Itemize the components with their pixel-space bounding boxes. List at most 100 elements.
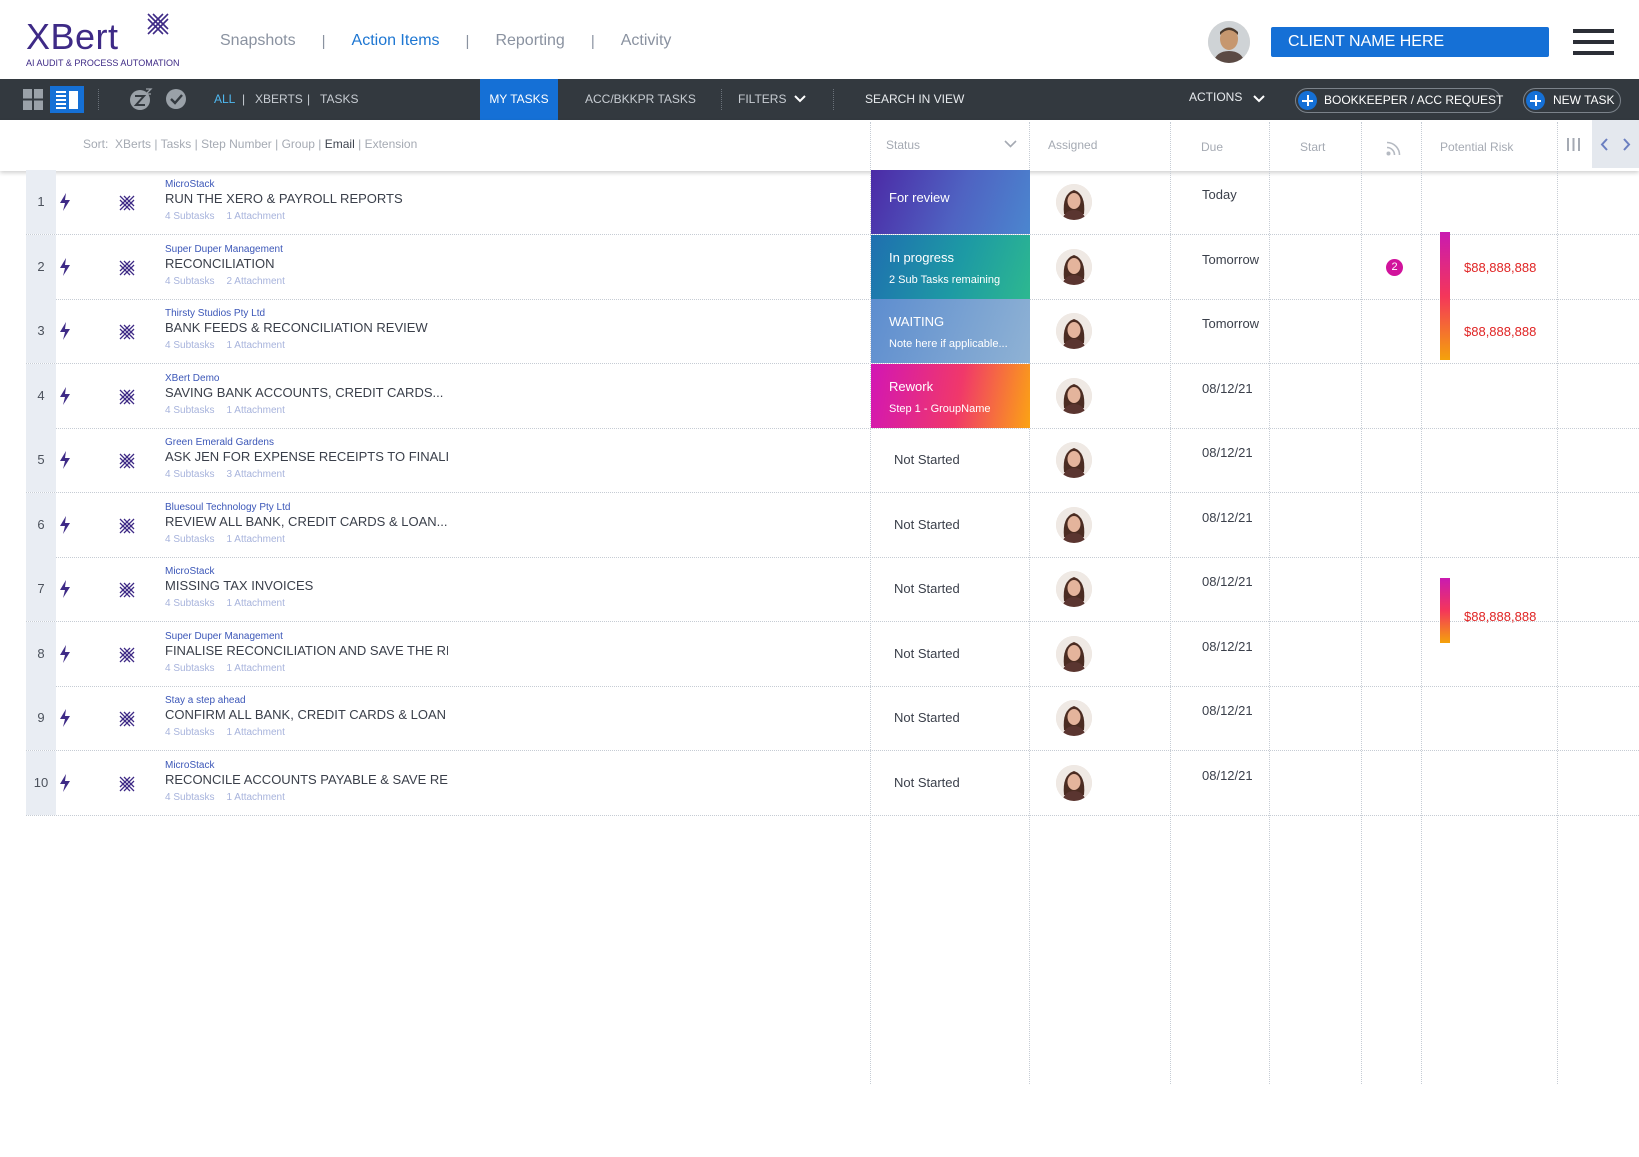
- lightning-icon[interactable]: [58, 257, 72, 276]
- chevron-down-icon[interactable]: [1253, 95, 1265, 103]
- subtask-count[interactable]: 4 Subtasks: [165, 276, 214, 287]
- assignee-avatar[interactable]: [1056, 248, 1092, 285]
- lightning-icon[interactable]: [58, 709, 72, 727]
- chevron-left-icon[interactable]: [1600, 138, 1609, 151]
- task-title[interactable]: FINALISE RECONCILIATION AND SAVE THE REP: [165, 643, 448, 658]
- status-cell[interactable]: Not Started: [871, 686, 1030, 750]
- actions-dropdown[interactable]: ACTIONS: [1189, 77, 1242, 118]
- scope-xberts[interactable]: XBERTS: [255, 79, 303, 120]
- table-row[interactable]: 6 Bluesoul Technology Pty Ltd REVIEW ALL…: [26, 492, 1639, 558]
- subtask-count[interactable]: 4 Subtasks: [165, 469, 214, 480]
- table-row[interactable]: 8 Super Duper Management FINALISE RECONC…: [26, 621, 1639, 687]
- columns-icon[interactable]: [1567, 138, 1580, 151]
- column-due[interactable]: Due: [1201, 122, 1223, 173]
- client-name[interactable]: Super Duper Management: [165, 631, 283, 642]
- table-row[interactable]: 2 Super Duper Management RECONCILIATION …: [26, 231, 1639, 360]
- status-cell[interactable]: Not Started: [871, 751, 1030, 815]
- client-name-button[interactable]: CLIENT NAME HERE: [1271, 27, 1549, 57]
- task-title[interactable]: RECONCILIATION: [165, 256, 448, 271]
- notification-badge[interactable]: 2: [1386, 258, 1403, 276]
- attachment-count[interactable]: 1 Attachment: [226, 211, 284, 222]
- lightning-icon[interactable]: [58, 515, 72, 534]
- status-cell[interactable]: Not Started: [871, 622, 1030, 686]
- attachment-count[interactable]: 1 Attachment: [226, 792, 284, 803]
- new-task-button[interactable]: NEW TASK: [1523, 88, 1621, 113]
- client-name[interactable]: Green Emerald Gardens: [165, 437, 274, 448]
- sort-group[interactable]: Group: [282, 137, 315, 151]
- search-in-view[interactable]: SEARCH IN VIEW: [865, 79, 964, 120]
- scope-tasks[interactable]: TASKS: [320, 79, 358, 120]
- lightning-icon[interactable]: [58, 322, 72, 340]
- attachment-count[interactable]: 1 Attachment: [226, 405, 284, 416]
- assignee-avatar[interactable]: [1056, 313, 1092, 349]
- nav-activity[interactable]: Activity: [621, 32, 672, 50]
- lightning-icon[interactable]: [58, 773, 72, 792]
- subtask-count[interactable]: 4 Subtasks: [165, 727, 214, 738]
- lightning-icon[interactable]: [58, 644, 72, 663]
- task-title[interactable]: CONFIRM ALL BANK, CREDIT CARDS & LOAN AC: [165, 707, 448, 722]
- table-row[interactable]: 1 MicroStack RUN THE XERO & PAYROLL REPO…: [26, 170, 1639, 235]
- task-title[interactable]: ASK JEN FOR EXPENSE RECEIPTS TO FINALISE…: [165, 449, 448, 464]
- lightning-icon[interactable]: [58, 451, 72, 469]
- xbert-star-icon[interactable]: [119, 453, 135, 469]
- nav-action-items[interactable]: Action Items: [352, 32, 440, 50]
- assignee-avatar[interactable]: [1056, 571, 1092, 607]
- column-start[interactable]: Start: [1300, 122, 1325, 173]
- xbert-logo[interactable]: XBert AI AUDIT & PROCESS AUTOMATION: [26, 10, 180, 70]
- xbert-star-icon[interactable]: [119, 582, 135, 598]
- table-row[interactable]: 10 MicroStack RECONCILE ACCOUNTS PAYABLE…: [26, 750, 1639, 816]
- status-cell[interactable]: In progress 2 Sub Tasks remaining: [871, 234, 1030, 299]
- lightning-icon[interactable]: [58, 386, 72, 405]
- subtask-count[interactable]: 4 Subtasks: [165, 211, 214, 222]
- task-title[interactable]: MISSING TAX INVOICES: [165, 578, 448, 593]
- sort-step-number[interactable]: Step Number: [201, 137, 272, 151]
- nav-reporting[interactable]: Reporting: [495, 32, 564, 50]
- attachment-count[interactable]: 1 Attachment: [226, 663, 284, 674]
- chevron-right-icon[interactable]: [1622, 138, 1631, 151]
- lightning-icon[interactable]: [58, 193, 72, 211]
- attachment-count[interactable]: 1 Attachment: [226, 534, 284, 545]
- sort-email[interactable]: Email: [325, 137, 355, 151]
- xbert-star-icon[interactable]: [119, 389, 135, 405]
- subtask-count[interactable]: 4 Subtasks: [165, 792, 214, 803]
- sort-extension[interactable]: Extension: [365, 137, 418, 151]
- xbert-star-icon[interactable]: [119, 260, 135, 276]
- tab-acc-bkkpr-tasks[interactable]: ACC/BKKPR TASKS: [585, 79, 696, 120]
- task-title[interactable]: BANK FEEDS & RECONCILIATION REVIEW: [165, 320, 448, 335]
- table-row[interactable]: 9 Stay a step ahead CONFIRM ALL BANK, CR…: [26, 686, 1639, 751]
- attachment-count[interactable]: 1 Attachment: [226, 598, 284, 609]
- lightning-icon[interactable]: [58, 580, 72, 598]
- client-name[interactable]: MicroStack: [165, 179, 214, 190]
- status-cell[interactable]: Rework Step 1 - GroupName: [871, 363, 1030, 428]
- column-potential-risk[interactable]: Potential Risk: [1440, 122, 1513, 173]
- assignee-avatar[interactable]: [1056, 377, 1092, 414]
- table-row[interactable]: 5 Green Emerald Gardens ASK JEN FOR EXPE…: [26, 428, 1639, 493]
- task-title[interactable]: REVIEW ALL BANK, CREDIT CARDS & LOAN...: [165, 514, 448, 529]
- task-title[interactable]: RECONCILE ACCOUNTS PAYABLE & SAVE REPO: [165, 772, 448, 787]
- sort-tasks[interactable]: Tasks: [161, 137, 192, 151]
- subtask-count[interactable]: 4 Subtasks: [165, 598, 214, 609]
- attachment-count[interactable]: 1 Attachment: [226, 340, 284, 351]
- status-cell[interactable]: Not Started: [871, 428, 1030, 492]
- attachment-count[interactable]: 2 Attachment: [226, 276, 284, 287]
- table-row[interactable]: 4 XBert Demo SAVING BANK ACCOUNTS, CREDI…: [26, 363, 1639, 429]
- subtask-count[interactable]: 4 Subtasks: [165, 405, 214, 416]
- chevron-down-icon[interactable]: [794, 95, 806, 103]
- check-circle-icon[interactable]: [165, 88, 187, 110]
- task-title[interactable]: SAVING BANK ACCOUNTS, CREDIT CARDS...: [165, 385, 448, 400]
- table-row[interactable]: 7 MicroStack MISSING TAX INVOICES 4 Subt…: [26, 557, 1639, 643]
- status-cell[interactable]: Not Started: [871, 493, 1030, 557]
- hamburger-icon[interactable]: [1573, 29, 1614, 56]
- xbert-star-icon[interactable]: [119, 776, 135, 792]
- column-status[interactable]: Status: [886, 120, 920, 171]
- status-cell[interactable]: For review: [871, 170, 1030, 234]
- grid-view-icon[interactable]: [23, 89, 43, 110]
- attachment-count[interactable]: 3 Attachment: [226, 469, 284, 480]
- assignee-avatar[interactable]: [1056, 184, 1092, 220]
- bookkeeper-request-button[interactable]: BOOKKEEPER / ACC REQUEST: [1295, 88, 1503, 113]
- scope-all[interactable]: ALL: [214, 79, 235, 120]
- list-view-icon[interactable]: [50, 86, 84, 113]
- filters-dropdown[interactable]: FILTERS: [738, 79, 786, 120]
- client-name[interactable]: XBert Demo: [165, 373, 219, 384]
- xbert-star-icon[interactable]: [119, 195, 135, 211]
